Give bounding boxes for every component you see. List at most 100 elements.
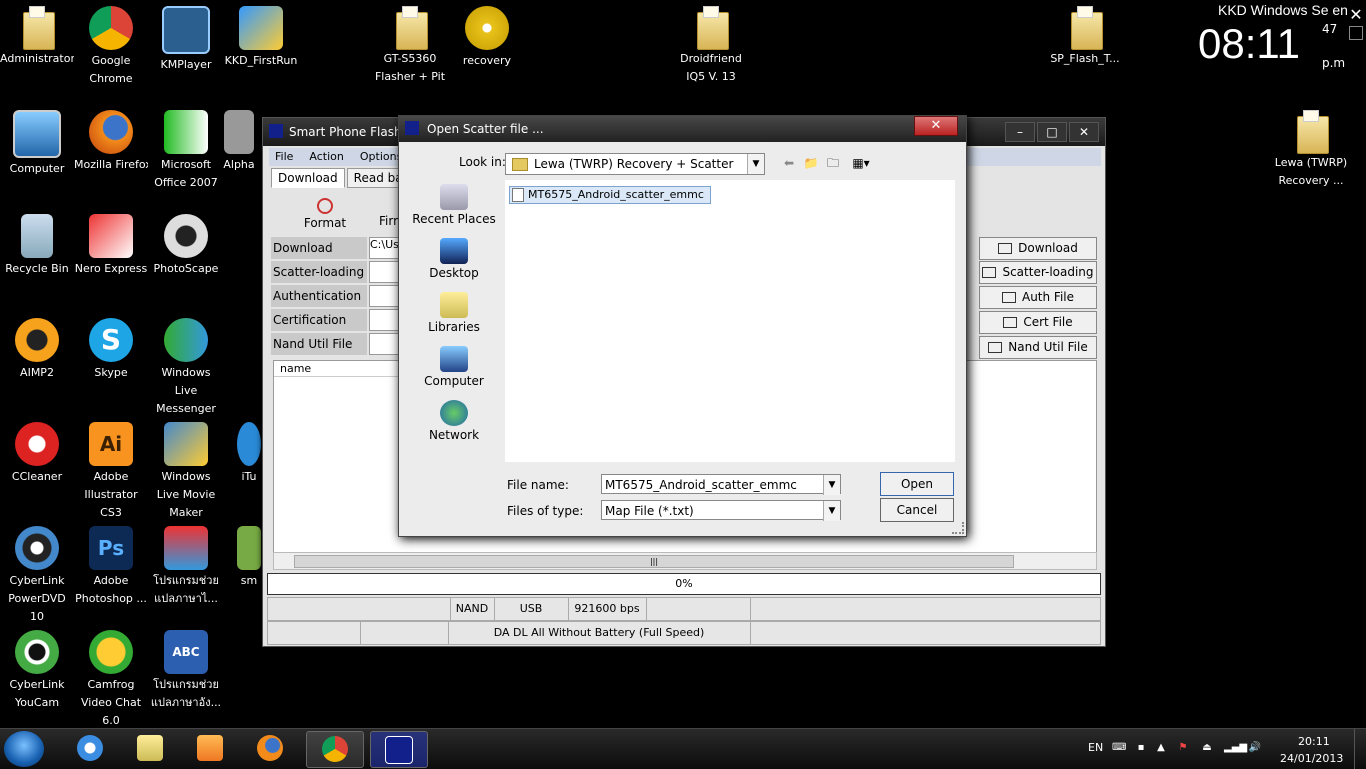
minimize-button[interactable]: – — [1005, 122, 1035, 142]
horizontal-scrollbar[interactable]: ||| — [273, 552, 1097, 570]
up-folder-icon[interactable]: 📁 — [803, 155, 819, 171]
file-type-label: Files of type: — [507, 504, 584, 518]
desktop-icon-administrator[interactable]: Administrator — [0, 6, 74, 68]
place-recent-places[interactable]: Recent Places — [411, 184, 497, 236]
tray-app-icon[interactable]: ▪ — [1134, 742, 1148, 754]
keyboard-icon[interactable]: ⌨ — [1112, 742, 1126, 754]
dialog-titlebar[interactable]: Open Scatter file ... ✕ — [399, 116, 966, 142]
kmplayer-icon — [162, 6, 210, 54]
volume-icon[interactable]: 🔊 — [1248, 742, 1262, 754]
desktop-icon-alpha[interactable]: Alpha — [216, 110, 262, 174]
new-folder-icon[interactable]: 🗀 — [825, 155, 841, 171]
show-hidden-icons-icon[interactable]: ▲ — [1154, 742, 1168, 754]
taskbar-firefox[interactable] — [242, 731, 298, 766]
desktop-icon-nero-express[interactable]: Nero Express — [74, 214, 148, 278]
taskbar-media-player[interactable] — [182, 731, 238, 766]
dialog-title: Open Scatter file ... — [427, 122, 544, 136]
scrollbar-thumb[interactable]: ||| — [294, 555, 1014, 568]
desktop-icon-youcam[interactable]: CyberLink YouCam — [0, 630, 74, 712]
column-header-name[interactable]: name — [274, 361, 399, 377]
start-button[interactable] — [4, 731, 44, 767]
download-agent-field[interactable]: C:\Us — [369, 237, 399, 259]
desktop-icon-illustrator[interactable]: Ai Adobe Illustrator CS3 — [74, 422, 148, 522]
desktop-icon-photoshop[interactable]: Ps Adobe Photoshop ... — [74, 526, 148, 608]
close-button[interactable]: ✕ — [1069, 122, 1099, 142]
file-type-select[interactable]: Map File (*.txt) ▼ — [601, 500, 841, 521]
file-item[interactable]: MT6575_Android_scatter_emmc — [509, 186, 711, 204]
maximize-button[interactable]: □ — [1037, 122, 1067, 142]
tab-download[interactable]: Download — [271, 168, 345, 188]
open-button[interactable]: Open — [880, 472, 954, 496]
desktop-icon-aimp2[interactable]: AIMP2 — [0, 318, 74, 382]
desktop-icon-gt-s5360-flasher[interactable]: GT-S5360 Flasher + Pit — [373, 6, 447, 86]
desktop-icon-powerdvd[interactable]: CyberLink PowerDVD 10 — [0, 526, 74, 626]
back-arrow-icon[interactable]: ⬅ — [781, 155, 797, 171]
language-indicator[interactable]: EN — [1088, 741, 1103, 754]
signal-icon[interactable]: ▂▄▆ — [1224, 742, 1247, 754]
desktop-icon-ccleaner[interactable]: CCleaner — [0, 422, 74, 486]
dialog-close-button[interactable]: ✕ — [914, 116, 958, 136]
desktop-icon-itunes[interactable]: iTu — [236, 422, 262, 486]
scatter-loading-button[interactable]: Scatter-loading — [979, 261, 1097, 284]
format-label: Format — [303, 216, 347, 230]
desktop-icon-firefox[interactable]: Mozilla Firefox — [74, 110, 148, 174]
desktop-icon-sm[interactable]: sm — [236, 526, 262, 590]
tray-date[interactable]: 24/01/2013 — [1280, 752, 1343, 765]
download-agent-button[interactable]: Download Agent — [979, 237, 1097, 276]
place-libraries[interactable]: Libraries — [411, 292, 497, 344]
place-network[interactable]: Network — [411, 400, 497, 452]
desktop-icon-sp-flash-tool[interactable]: SP_Flash_T... — [1048, 6, 1122, 68]
desktop-icon-droidfriend[interactable]: Droidfriend IQ5 V. 13 — [674, 6, 748, 86]
desktop-icon-photoscape[interactable]: PhotoScape — [149, 214, 223, 278]
resize-grip[interactable] — [952, 522, 964, 534]
menu-action[interactable]: Action — [309, 148, 343, 166]
tray-time[interactable]: 20:11 — [1298, 735, 1330, 748]
auth-file-button[interactable]: Auth File — [979, 286, 1097, 309]
desktop-icon-skype[interactable]: S Skype — [74, 318, 148, 382]
menu-options[interactable]: Options — [360, 148, 402, 166]
desktop-icon-kmplayer[interactable]: KMPlayer — [149, 6, 223, 74]
chevron-down-icon[interactable]: ▼ — [823, 501, 840, 521]
media-player-icon — [197, 735, 223, 761]
desktop-icon-chrome[interactable]: Google Chrome — [74, 6, 148, 88]
place-desktop[interactable]: Desktop — [411, 238, 497, 290]
menu-file[interactable]: File — [275, 148, 293, 166]
authentication-field[interactable] — [369, 285, 399, 307]
cert-file-button[interactable]: Cert File — [979, 311, 1097, 334]
gadget-title: KKD Windows Se en — [1218, 2, 1348, 18]
desktop-icon-camfrog[interactable]: Camfrog Video Chat 6.0 — [74, 630, 148, 730]
show-desktop-button[interactable] — [1354, 729, 1366, 769]
file-name-input[interactable]: MT6575_Android_scatter_emmc ▼ — [601, 474, 841, 495]
desktop-icon-office-2007[interactable]: Microsoft Office 2007 — [149, 110, 223, 192]
taskbar-explorer[interactable] — [122, 731, 178, 766]
desktop-icon-thai-english-translator[interactable]: ABC โปรแกรมช่วยแปลภาษาอัง... — [149, 630, 223, 712]
desktop-icon-live-messenger[interactable]: Windows Live Messenger — [149, 318, 223, 418]
certification-field[interactable] — [369, 309, 399, 331]
place-computer[interactable]: Computer — [411, 346, 497, 398]
nand-util-field[interactable] — [369, 333, 399, 355]
desktop-icon-kkd-firstrun[interactable]: KKD_FirstRun — [224, 6, 298, 70]
taskbar-ie[interactable] — [62, 731, 118, 766]
desktop-icon-thai-translator[interactable]: โปรแกรมช่วยแปลภาษาไ... — [149, 526, 223, 608]
desktop-icon-recovery[interactable]: recovery — [450, 6, 524, 70]
view-menu-icon[interactable]: ▦▾ — [849, 155, 873, 171]
safely-remove-icon[interactable]: ⏏ — [1200, 742, 1214, 754]
format-button[interactable]: Format — [303, 198, 347, 230]
taskbar-flash-tool[interactable] — [370, 731, 428, 768]
scatter-loading-field[interactable] — [369, 261, 399, 283]
desktop-icon-lewa-twrp[interactable]: Lewa (TWRP) Recovery ... — [1274, 110, 1348, 190]
nand-util-file-button[interactable]: Nand Util File — [979, 336, 1097, 359]
desktop-icon-recycle-bin[interactable]: Recycle Bin — [0, 214, 74, 278]
taskbar-chrome[interactable] — [306, 731, 364, 768]
action-center-icon[interactable]: ⚑ — [1176, 742, 1190, 754]
look-in-dropdown[interactable]: Lewa (TWRP) Recovery + Scatter ▼ — [505, 153, 765, 175]
file-list[interactable]: MT6575_Android_scatter_emmc — [505, 180, 955, 462]
grid-icon[interactable] — [1349, 26, 1363, 40]
chevron-down-icon[interactable]: ▼ — [823, 475, 840, 495]
cancel-button[interactable]: Cancel — [880, 498, 954, 522]
close-icon[interactable]: ✕ — [1347, 6, 1365, 24]
desktop-icon-computer[interactable]: Computer — [0, 110, 74, 178]
powerdvd-icon — [15, 526, 59, 570]
desktop-icon-movie-maker[interactable]: Windows Live Movie Maker — [149, 422, 223, 522]
chevron-down-icon[interactable]: ▼ — [747, 154, 764, 174]
